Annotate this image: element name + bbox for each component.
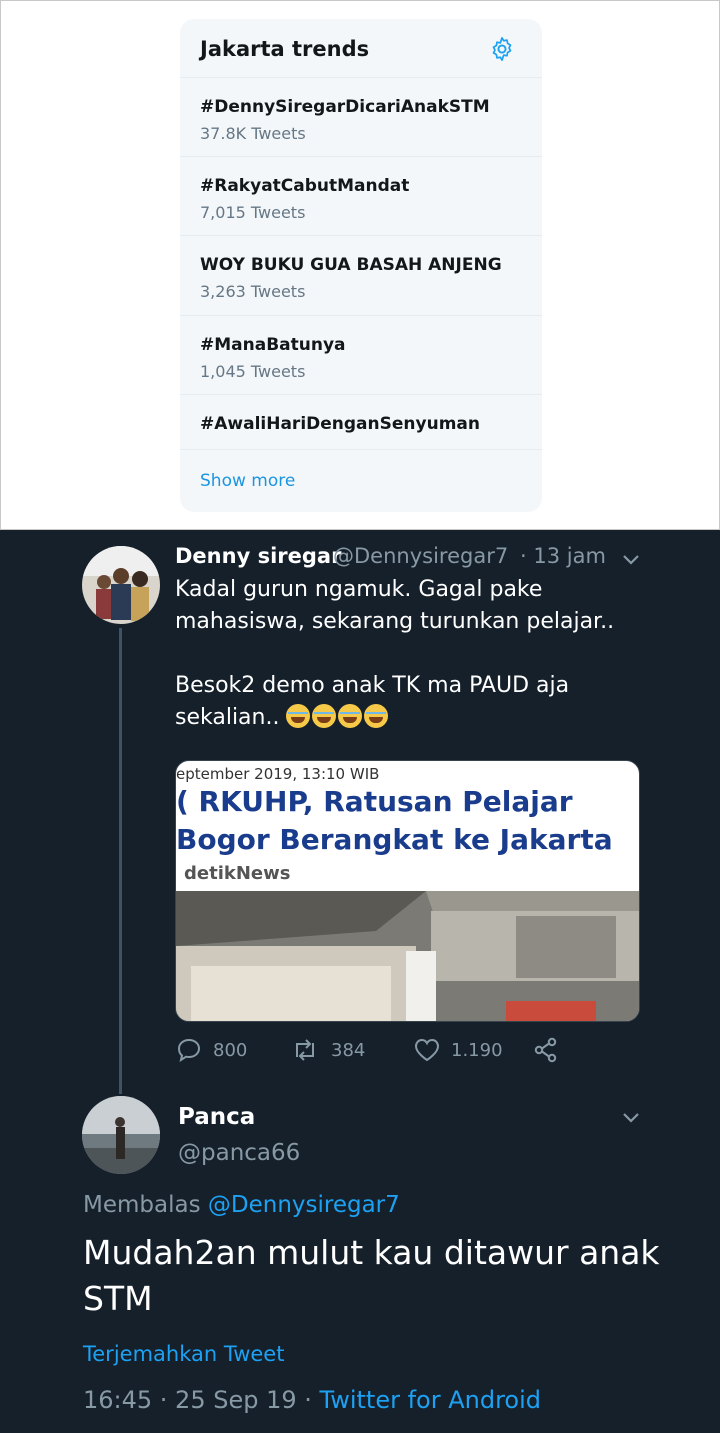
- gear-icon[interactable]: [489, 36, 515, 62]
- reply-count: 800: [213, 1040, 248, 1061]
- author-name[interactable]: Denny siregar: [175, 544, 341, 568]
- show-more-link[interactable]: Show more: [200, 471, 295, 491]
- trend-name: #DennySiregarDicariAnakSTM: [200, 97, 490, 117]
- tweet-timestamp[interactable]: 16:45 · 25 Sep 19 ·: [83, 1386, 312, 1414]
- avatar[interactable]: [82, 1096, 160, 1174]
- light-section: Jakarta trends #DennySiregarDicariAnakST…: [0, 0, 720, 530]
- tweet-metadata: 16:45 · 25 Sep 19 · Twitter for Android: [83, 1386, 541, 1414]
- trend-tweet-count: 3,263 Tweets: [200, 282, 306, 301]
- media-image[interactable]: eptember 2019, 13:10 WIB ( RKUHP, Ratusa…: [175, 760, 640, 1022]
- author-handle[interactable]: @Dennysiregar7: [333, 544, 508, 568]
- trend-item[interactable]: #DennySiregarDicariAnakSTM 37.8K Tweets: [180, 78, 542, 157]
- trends-card: Jakarta trends #DennySiregarDicariAnakST…: [180, 19, 542, 512]
- heart-icon[interactable]: [413, 1036, 441, 1064]
- media-photo: [176, 891, 639, 1021]
- media-date: eptember 2019, 13:10 WIB: [176, 765, 380, 783]
- trend-tweet-count: 37.8K Tweets: [200, 124, 306, 143]
- tweet-text: Kadal gurun ngamuk. Gagal pake mahasiswa…: [175, 574, 635, 734]
- trends-title: Jakarta trends: [200, 37, 370, 61]
- dark-section: Denny siregar @Dennysiregar7 · 13 jam Ka…: [0, 530, 720, 1433]
- author-handle[interactable]: @panca66: [178, 1140, 300, 1166]
- retweet-icon[interactable]: [291, 1036, 319, 1064]
- share-icon[interactable]: [532, 1036, 560, 1064]
- trend-name: #RakyatCabutMandat: [200, 176, 410, 196]
- trend-item[interactable]: #ManaBatunya 1,045 Tweets: [180, 316, 542, 395]
- trend-name: #ManaBatunya: [200, 335, 346, 355]
- reply-context: Membalas @Dennysiregar7: [83, 1192, 400, 1218]
- trend-tweet-count: 7,015 Tweets: [200, 203, 306, 222]
- media-source: detikNews: [184, 863, 291, 884]
- chevron-down-icon[interactable]: [622, 1112, 640, 1124]
- tweet-time[interactable]: · 13 jam: [520, 544, 606, 568]
- thread-line: [119, 628, 122, 1094]
- tweet-text-line: Kadal gurun ngamuk. Gagal pake mahasiswa…: [175, 577, 615, 634]
- tweet-text: Mudah2an mulut kau ditawur anak STM: [83, 1233, 660, 1318]
- author-name[interactable]: Panca: [178, 1104, 255, 1130]
- joy-emoji-icon: [286, 704, 390, 730]
- tweet-text-line: Besok2 demo anak TK ma PAUD aja sekalian…: [175, 673, 570, 730]
- media-headline: ( RKUHP, Ratusan Pelajar Bogor Berangkat…: [176, 785, 613, 856]
- reply-icon[interactable]: [175, 1036, 203, 1064]
- trend-tweet-count: 1,045 Tweets: [200, 362, 306, 381]
- reply-to-link[interactable]: @Dennysiregar7: [208, 1192, 400, 1218]
- translate-tweet-link[interactable]: Terjemahkan Tweet: [83, 1342, 284, 1366]
- chevron-down-icon[interactable]: [622, 554, 640, 566]
- avatar[interactable]: [82, 546, 160, 624]
- trends-header: Jakarta trends: [180, 19, 542, 78]
- action-bar: 800 384 1.190: [175, 1036, 575, 1064]
- client-link[interactable]: Twitter for Android: [320, 1386, 541, 1414]
- trend-name: #AwaliHariDenganSenyuman: [200, 414, 480, 434]
- trend-item[interactable]: #RakyatCabutMandat 7,015 Tweets: [180, 157, 542, 236]
- trend-item[interactable]: WOY BUKU GUA BASAH ANJENG 3,263 Tweets: [180, 236, 542, 316]
- trend-item[interactable]: #AwaliHariDenganSenyuman: [180, 395, 542, 450]
- trend-name: WOY BUKU GUA BASAH ANJENG: [200, 255, 502, 275]
- like-count: 1.190: [451, 1040, 503, 1061]
- retweet-count: 384: [331, 1040, 366, 1061]
